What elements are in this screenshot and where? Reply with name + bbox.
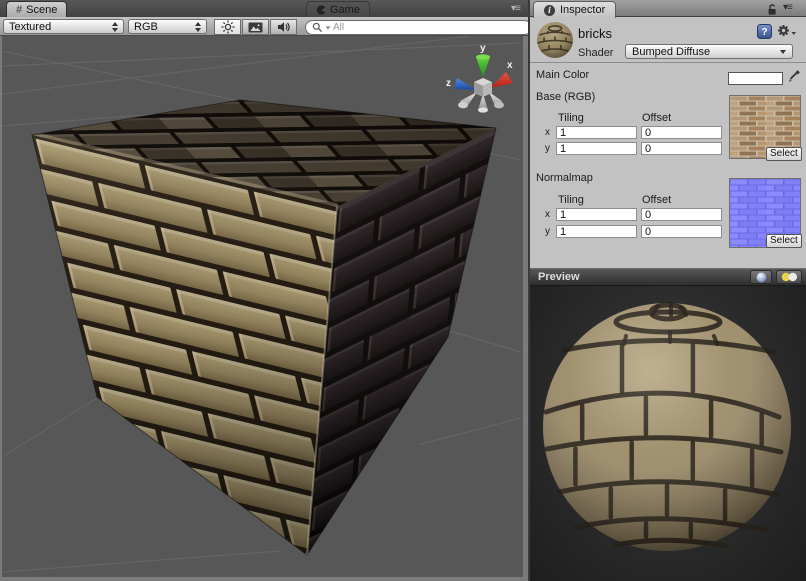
normalmap-tiling-label: Tiling <box>558 194 584 206</box>
normalmap-select-button[interactable]: Select <box>766 234 802 248</box>
inspector-panel: i Inspector ▾≡ <box>528 0 806 581</box>
shader-label: Shader <box>578 47 613 59</box>
preview-lighting-button[interactable] <box>776 270 802 284</box>
render-mode-value: Textured <box>9 21 51 33</box>
normalmap-offset-label: Offset <box>642 194 671 206</box>
search-value: All <box>333 22 344 33</box>
gizmo-x-label: x <box>507 60 513 71</box>
base-offset-y-field[interactable] <box>641 142 722 155</box>
normalmap-tiling-x-field[interactable] <box>556 208 637 221</box>
render-mode-dropdown[interactable]: Textured <box>3 19 124 34</box>
svg-text:?: ? <box>761 27 767 38</box>
normalmap-section-title: Normalmap <box>536 172 593 184</box>
shader-value: Bumped Diffuse <box>632 46 780 58</box>
scene-gizmo[interactable]: y x z <box>446 43 513 113</box>
updown-icon <box>112 22 118 32</box>
speaker-icon <box>277 20 291 34</box>
gear-icon[interactable] <box>777 24 797 39</box>
tab-scene-label: Scene <box>26 4 57 16</box>
tab-inspector-label: Inspector <box>560 4 605 16</box>
scene-panel: # Scene Game ▾≡ Textured RGB <box>0 0 530 581</box>
scene-grid-icon: # <box>16 4 22 16</box>
lights-icon <box>781 272 798 282</box>
scene-3d-render: y x z <box>2 36 523 577</box>
scene-skybox-toggle[interactable] <box>242 19 269 35</box>
color-channel-dropdown[interactable]: RGB <box>128 19 207 34</box>
chevron-down-icon <box>780 50 786 54</box>
material-ball-icon <box>536 21 574 59</box>
unity-editor-window: # Scene Game ▾≡ Textured RGB <box>0 0 806 581</box>
game-icon <box>316 5 326 15</box>
base-tiling-y-field[interactable] <box>556 142 637 155</box>
normalmap-offset-x-field[interactable] <box>641 208 722 221</box>
scene-pane-menu[interactable]: ▾≡ <box>511 3 520 14</box>
gizmo-z-axis[interactable]: z <box>446 78 476 90</box>
preview-sphere <box>530 286 806 581</box>
material-header: bricks Shader Bumped Diffuse ? <box>530 17 806 63</box>
scene-viewport[interactable]: y x z <box>2 36 523 577</box>
gizmo-z-label: z <box>446 78 451 89</box>
eyedropper-icon[interactable] <box>787 69 801 84</box>
color-channel-value: RGB <box>134 21 158 33</box>
inspector-pane-menu[interactable]: ▾≡ <box>783 2 792 13</box>
scene-lighting-toggle[interactable] <box>214 19 241 35</box>
base-tiling-x-field[interactable] <box>556 126 637 139</box>
sun-icon <box>221 20 235 34</box>
preview-header[interactable]: Preview <box>530 268 806 286</box>
base-x-label: x <box>545 127 550 138</box>
preview-shape-button[interactable] <box>750 270 772 284</box>
gizmo-x-axis[interactable]: x <box>490 60 513 88</box>
tab-game[interactable]: Game <box>306 1 370 18</box>
search-icon <box>312 22 323 33</box>
main-color-swatch[interactable] <box>728 72 783 85</box>
gizmo-cube[interactable] <box>474 78 492 97</box>
base-section-title: Base (RGB) <box>536 91 595 103</box>
scene-toolbar: Textured RGB <box>0 17 530 36</box>
material-name: bricks <box>578 26 612 41</box>
scene-audio-toggle[interactable] <box>270 19 297 35</box>
help-icon[interactable]: ? <box>757 24 772 39</box>
image-icon <box>248 21 263 34</box>
updown-icon <box>195 22 201 32</box>
gizmo-y-label: y <box>480 43 486 54</box>
tab-inspector[interactable]: i Inspector <box>533 1 616 18</box>
normalmap-x-label: x <box>545 209 550 220</box>
gizmo-y-axis[interactable]: y <box>476 43 490 77</box>
sphere-icon <box>756 272 767 283</box>
info-icon: i <box>544 5 555 16</box>
brick-cube[interactable] <box>32 100 496 555</box>
base-select-button[interactable]: Select <box>766 147 802 161</box>
base-offset-x-field[interactable] <box>641 126 722 139</box>
base-offset-label: Offset <box>642 112 671 124</box>
scene-tab-bar: # Scene Game ▾≡ <box>0 0 530 18</box>
shader-dropdown[interactable]: Bumped Diffuse <box>625 44 793 59</box>
base-tiling-label: Tiling <box>558 112 584 124</box>
normalmap-tiling-y-field[interactable] <box>556 225 637 238</box>
search-filter-caret <box>326 26 331 29</box>
tab-scene[interactable]: # Scene <box>6 1 67 18</box>
inspector-tab-bar: i Inspector ▾≡ <box>530 0 806 17</box>
lock-icon[interactable] <box>766 3 779 16</box>
material-preview-area[interactable]: + <box>530 286 806 581</box>
scene-search-field[interactable]: All <box>305 20 532 35</box>
normalmap-offset-y-field[interactable] <box>641 225 722 238</box>
tab-game-label: Game <box>330 4 360 16</box>
main-color-label: Main Color <box>536 69 589 81</box>
preview-title: Preview <box>538 271 750 283</box>
base-y-label: y <box>545 143 550 154</box>
normalmap-y-label: y <box>545 226 550 237</box>
